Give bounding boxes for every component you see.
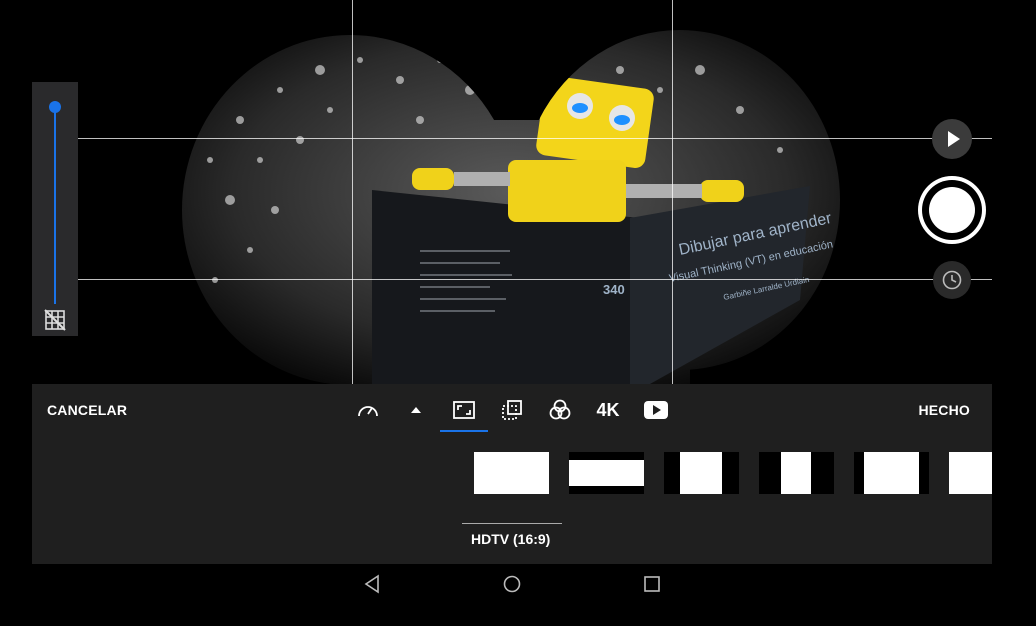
youtube-icon — [644, 401, 668, 419]
aspect-option-letterbox[interactable] — [569, 452, 644, 494]
done-button[interactable]: HECHO — [918, 402, 970, 418]
zoom-slider-track[interactable] — [54, 108, 56, 304]
4k-icon: 4K — [596, 399, 620, 420]
svg-text:340: 340 — [603, 282, 625, 297]
shutter-ring — [922, 180, 982, 240]
quality-4k-tool-button[interactable]: 4K — [584, 392, 632, 428]
filters-icon — [549, 399, 571, 420]
chevron-up-icon — [411, 407, 421, 413]
zoom-slider-thumb[interactable] — [49, 101, 61, 113]
crop-rotate-icon — [502, 400, 522, 420]
aspect-option-more[interactable] — [949, 452, 992, 494]
timer-button[interactable] — [933, 261, 971, 299]
aspect-option-vertical[interactable] — [759, 452, 834, 494]
aspect-option-full[interactable] — [474, 452, 549, 494]
play-icon — [948, 131, 960, 147]
settings-panel: CANCELAR HECHO 4K HDTV (16:9) — [32, 384, 992, 564]
shutter-core — [929, 187, 975, 233]
grid-off-icon[interactable] — [43, 308, 67, 332]
collapse-tool-button[interactable] — [392, 392, 440, 428]
grid-line-horizontal — [78, 279, 992, 280]
system-navigation-bar — [0, 564, 1036, 626]
grid-line-vertical — [352, 0, 353, 384]
aspect-option-pillarbox[interactable] — [664, 452, 739, 494]
clock-icon — [942, 270, 962, 290]
back-icon[interactable] — [360, 572, 384, 596]
crop-rotate-tool-button[interactable] — [488, 392, 536, 428]
recents-icon[interactable] — [640, 572, 664, 596]
cancel-button[interactable]: CANCELAR — [47, 402, 127, 418]
filters-tool-button[interactable] — [536, 392, 584, 428]
aspect-option-square[interactable] — [854, 452, 929, 494]
youtube-tool-button[interactable] — [632, 392, 680, 428]
aspect-ratio-options — [474, 452, 992, 494]
grid-line-horizontal — [78, 138, 992, 139]
binocular-scene-image: Dibujar para aprender Visual Thinking (V… — [182, 30, 840, 384]
aspect-ratio-tool-button[interactable] — [440, 392, 488, 432]
speed-tool-button[interactable] — [344, 392, 392, 428]
play-video-button[interactable] — [932, 119, 972, 159]
selected-aspect-label: HDTV (16:9) — [471, 531, 551, 547]
selected-aspect-divider — [462, 523, 562, 524]
camera-viewfinder[interactable]: Dibujar para aprender Visual Thinking (V… — [0, 0, 1036, 384]
zoom-slider-panel — [32, 82, 78, 336]
aspect-ratio-icon — [453, 401, 475, 419]
home-icon[interactable] — [500, 572, 524, 596]
shutter-button[interactable] — [918, 176, 986, 244]
grid-line-vertical — [672, 0, 673, 384]
speedometer-icon — [358, 406, 378, 417]
